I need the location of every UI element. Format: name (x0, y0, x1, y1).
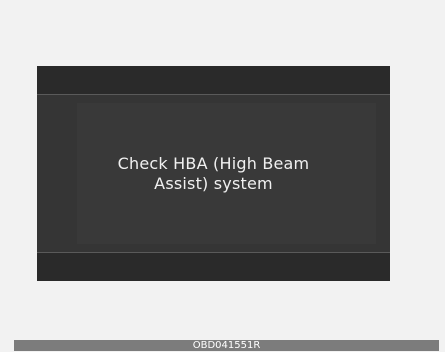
cluster-display: Check HBA (High Beam Assist) system (37, 66, 390, 281)
figure-caption-bar: OBD041551R (14, 340, 439, 351)
display-top-bar (37, 66, 390, 95)
message-panel: Check HBA (High Beam Assist) system (37, 95, 390, 252)
warning-message: Check HBA (High Beam Assist) system (37, 95, 390, 252)
warning-message-line-2: Assist) system (154, 173, 273, 193)
warning-message-line-1: Check HBA (High Beam (117, 153, 310, 173)
display-bottom-bar (37, 252, 390, 281)
figure-code: OBD041551R (192, 340, 261, 351)
